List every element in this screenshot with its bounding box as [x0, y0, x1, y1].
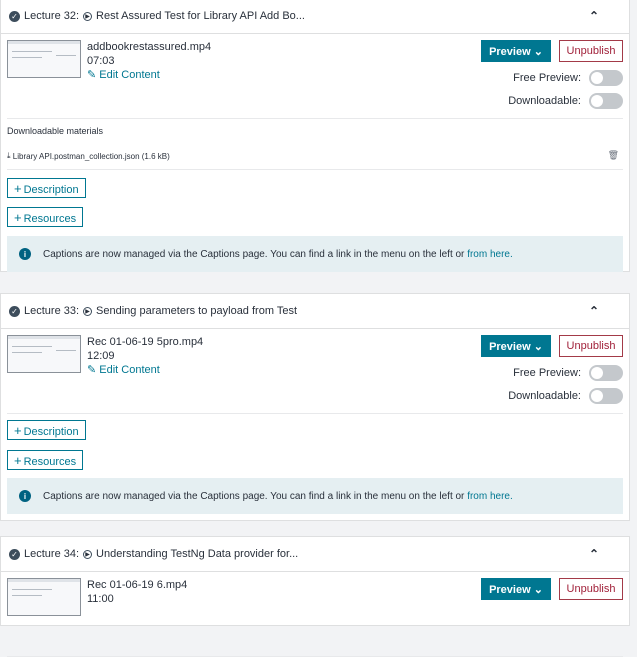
video-duration: 07:03 — [87, 55, 115, 67]
add-description-button[interactable]: + Description — [7, 178, 86, 198]
downloadable-row: Downloadable: — [508, 388, 623, 404]
preview-button[interactable]: Preview ⌄ — [481, 578, 551, 600]
lecture-header[interactable]: ✓ Lecture 34: ▶ Understanding TestNg Dat… — [1, 537, 629, 572]
free-preview-row: Free Preview: — [513, 365, 623, 381]
lecture-number: Lecture 32: — [24, 10, 80, 22]
captions-text: Captions are now managed via the Caption… — [43, 248, 465, 260]
preview-button[interactable]: Preview ⌄ — [481, 40, 551, 62]
free-preview-toggle[interactable] — [589, 70, 623, 86]
chevron-down-icon: ⌄ — [533, 45, 543, 58]
unpublish-button[interactable]: Unpublish — [559, 335, 623, 357]
video-file-name: Rec 01-06-19 5pro.mp4 — [87, 336, 204, 348]
trash-icon[interactable]: 🗑 — [608, 150, 619, 161]
preview-label: Preview — [489, 583, 531, 596]
add-resources-button[interactable]: + Resources — [7, 207, 84, 227]
add-description-button[interactable]: + Description — [7, 420, 86, 440]
preview-label: Preview — [489, 340, 531, 353]
check-circle-icon: ✓ — [9, 10, 20, 22]
downloadable-row: Downloadable: — [508, 93, 623, 109]
chevron-up-icon[interactable]: ⌃ — [589, 9, 599, 23]
captions-info-banner: i Captions are now managed via the Capti… — [7, 478, 623, 514]
video-file-name: addbookrestassured.mp4 — [87, 41, 212, 53]
lecture-media: addbookrestassured.mp4 07:03 ✎ Edit Cont… — [7, 34, 623, 119]
check-circle-icon: ✓ — [9, 548, 20, 560]
preview-label: Preview — [489, 45, 531, 58]
free-preview-label: Free Preview: — [513, 72, 581, 84]
captions-link[interactable]: from here. — [467, 491, 513, 502]
lecture-title: Rest Assured Test for Library API Add Bo… — [96, 10, 305, 22]
pencil-icon: ✎ — [87, 69, 97, 81]
plus-icon: + — [14, 180, 22, 196]
downloadable-label: Downloadable: — [508, 95, 581, 107]
chevron-up-icon[interactable]: ⌃ — [589, 304, 599, 318]
lecture-header[interactable]: ✓ Lecture 33: ▶ Sending parameters to pa… — [1, 294, 629, 329]
plus-icon: + — [14, 209, 22, 225]
check-circle-icon: ✓ — [9, 305, 20, 317]
free-preview-toggle[interactable] — [589, 365, 623, 381]
edit-content-link[interactable]: ✎ Edit Content — [87, 363, 203, 377]
edit-content-link[interactable]: ✎ Edit Content — [87, 68, 211, 82]
downloadable-materials-title: Downloadable materials — [7, 126, 104, 136]
plus-icon: + — [14, 452, 22, 468]
video-thumbnail[interactable] — [7, 40, 81, 78]
unpublish-button[interactable]: Unpublish — [559, 40, 623, 62]
download-icon: ⤓ — [7, 151, 11, 160]
video-duration: 12:09 — [87, 350, 115, 362]
downloadable-toggle[interactable] — [589, 93, 623, 109]
downloadable-file-name: Library API.postman_collection.json (1.6… — [12, 151, 170, 161]
lecture-title: Understanding TestNg Data provider for..… — [96, 548, 299, 560]
description-label: Description — [23, 425, 79, 438]
lecture-card-34: ✓ Lecture 34: ▶ Understanding TestNg Dat… — [0, 536, 630, 657]
resources-label: Resources — [23, 212, 77, 225]
captions-link[interactable]: from here. — [467, 249, 513, 260]
lecture-number: Lecture 34: — [24, 548, 80, 560]
free-preview-label: Free Preview: — [513, 367, 581, 379]
play-icon: ▶ — [83, 306, 93, 316]
captions-info-banner: i Captions are now managed via the Capti… — [7, 236, 623, 272]
description-label: Description — [23, 183, 79, 196]
video-duration: 11:00 — [87, 593, 114, 605]
info-icon: i — [19, 490, 31, 502]
play-icon: ▶ — [83, 11, 93, 21]
preview-button[interactable]: Preview ⌄ — [481, 335, 551, 357]
divider — [7, 169, 623, 170]
downloadable-label: Downloadable: — [508, 390, 581, 402]
chevron-up-icon[interactable]: ⌃ — [589, 547, 599, 561]
lecture-number: Lecture 33: — [24, 305, 80, 317]
downloadable-toggle[interactable] — [589, 388, 623, 404]
lecture-header[interactable]: ✓ Lecture 32: ▶ Rest Assured Test for Li… — [1, 0, 629, 34]
video-thumbnail[interactable] — [7, 578, 81, 616]
resources-label: Resources — [23, 455, 77, 468]
downloadable-file[interactable]: ⤓ Library API.postman_collection.json (1… — [7, 151, 170, 161]
plus-icon: + — [14, 422, 22, 438]
pencil-icon: ✎ — [87, 364, 97, 376]
edit-content-label: Edit Content — [99, 69, 160, 81]
lecture-title: Sending parameters to payload from Test — [96, 305, 298, 317]
captions-text: Captions are now managed via the Caption… — [43, 490, 465, 502]
info-icon: i — [19, 248, 31, 260]
edit-content-label: Edit Content — [99, 364, 160, 376]
video-file-name: Rec 01-06-19 6.mp4 — [87, 579, 188, 591]
lecture-media: Rec 01-06-19 5pro.mp4 12:09 ✎ Edit Conte… — [7, 329, 623, 414]
play-icon: ▶ — [83, 549, 93, 559]
lecture-card-32: ✓ Lecture 32: ▶ Rest Assured Test for Li… — [0, 0, 630, 272]
add-resources-button[interactable]: + Resources — [7, 450, 84, 470]
free-preview-row: Free Preview: — [513, 70, 623, 86]
lecture-media: Rec 01-06-19 6.mp4 11:00 Preview ⌄ Unpub… — [7, 572, 623, 657]
video-thumbnail[interactable] — [7, 335, 81, 373]
lecture-card-33: ✓ Lecture 33: ▶ Sending parameters to pa… — [0, 293, 630, 521]
chevron-down-icon: ⌄ — [533, 340, 543, 353]
unpublish-button[interactable]: Unpublish — [559, 578, 623, 600]
chevron-down-icon: ⌄ — [533, 583, 543, 596]
